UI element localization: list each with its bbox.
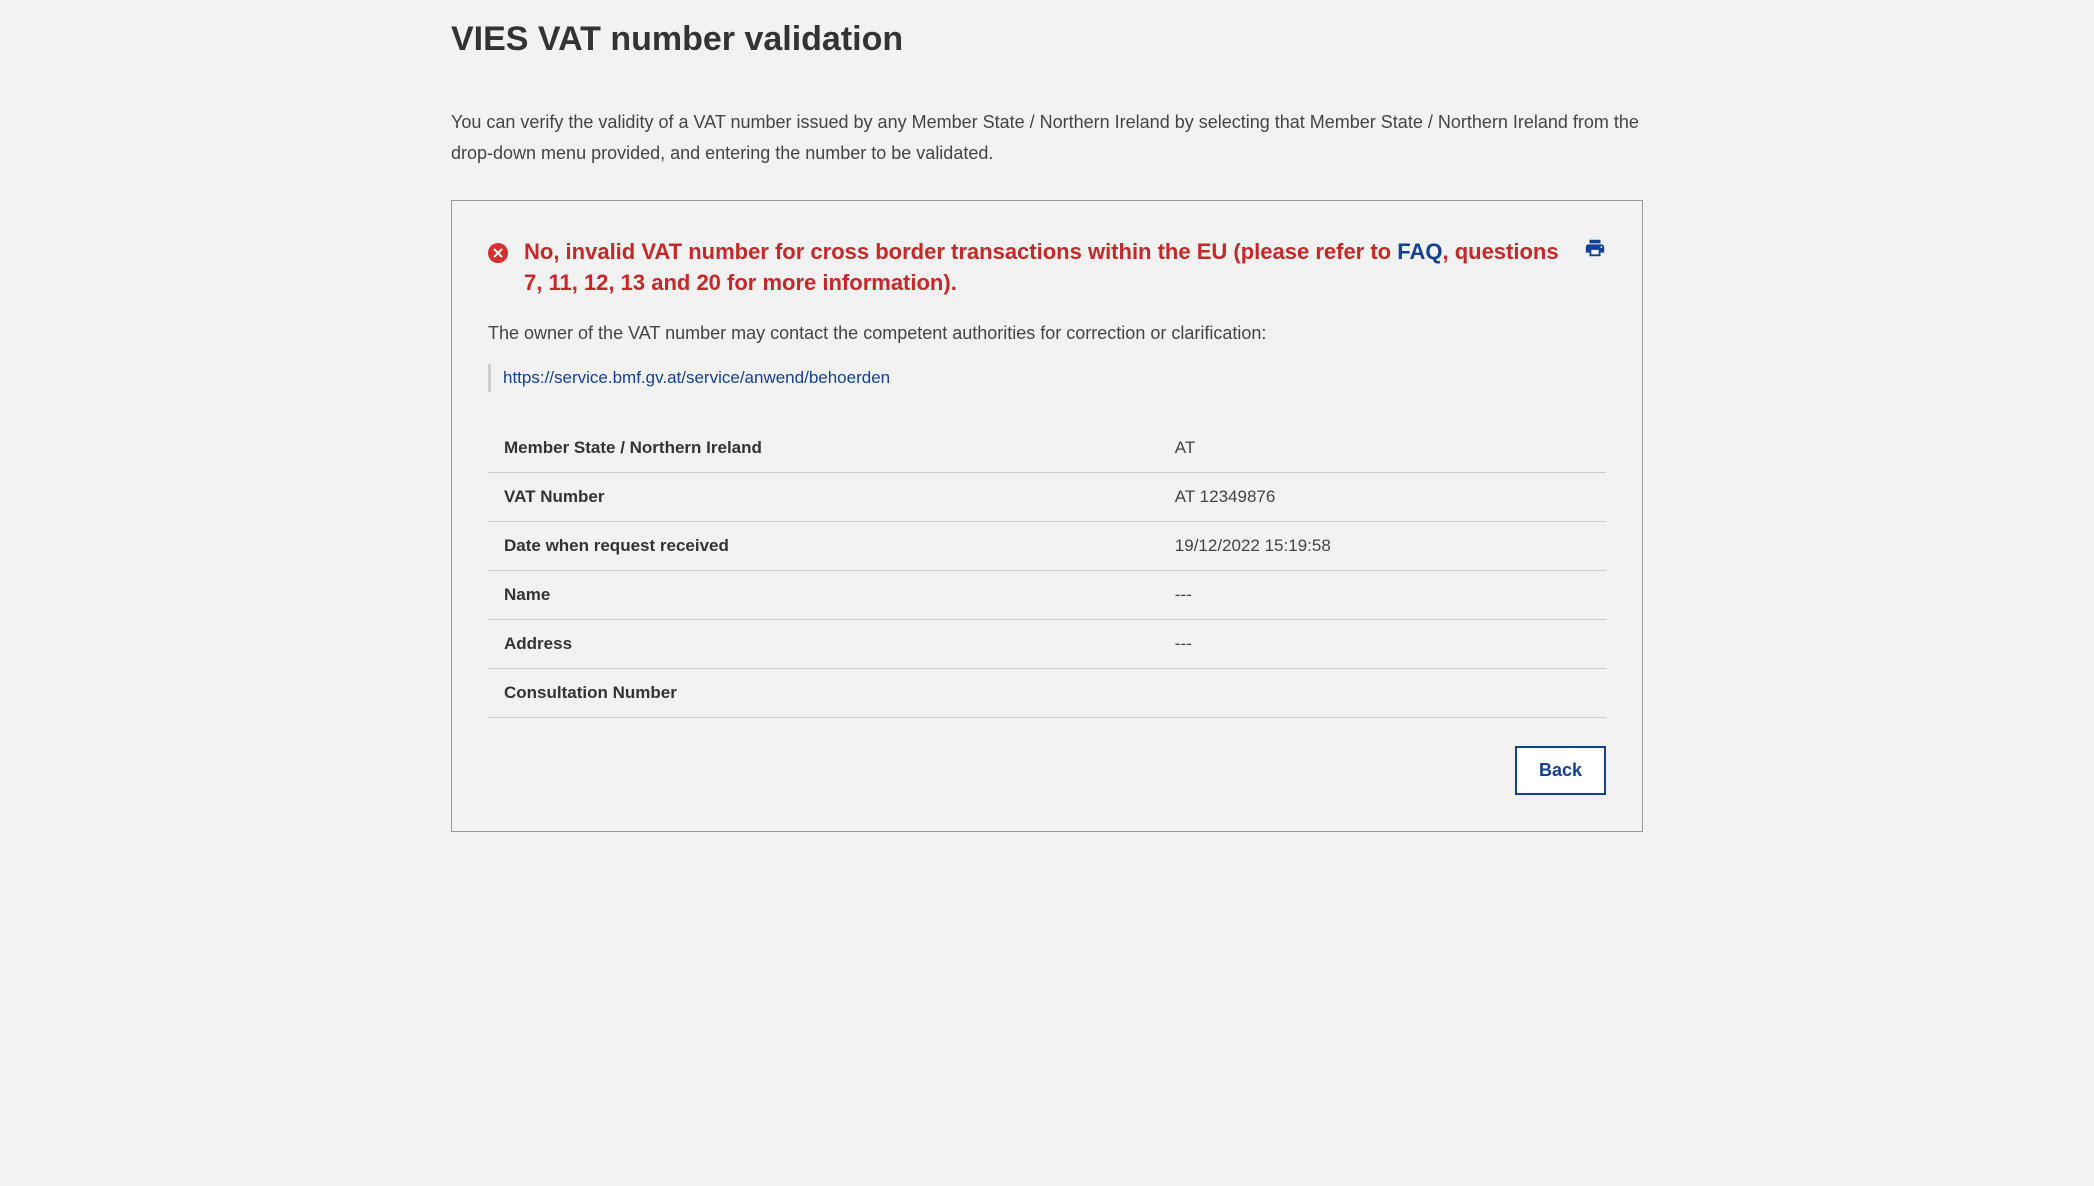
details-table: Member State / Northern IrelandATVAT Num… [488, 424, 1606, 718]
detail-label: Consultation Number [488, 668, 1159, 717]
detail-label: Member State / Northern Ireland [488, 424, 1159, 473]
print-icon[interactable] [1584, 237, 1606, 264]
table-row: Date when request received19/12/2022 15:… [488, 521, 1606, 570]
faq-link[interactable]: FAQ [1397, 239, 1442, 264]
error-icon [488, 243, 508, 263]
table-row: VAT NumberAT 12349876 [488, 472, 1606, 521]
detail-label: VAT Number [488, 472, 1159, 521]
detail-value [1159, 668, 1606, 717]
detail-value: AT 12349876 [1159, 472, 1606, 521]
table-row: Name--- [488, 570, 1606, 619]
error-alert: No, invalid VAT number for cross border … [488, 237, 1606, 299]
back-button[interactable]: Back [1515, 746, 1606, 795]
detail-label: Name [488, 570, 1159, 619]
detail-value: --- [1159, 619, 1606, 668]
detail-value: AT [1159, 424, 1606, 473]
detail-label: Date when request received [488, 521, 1159, 570]
detail-value: 19/12/2022 15:19:58 [1159, 521, 1606, 570]
table-row: Member State / Northern IrelandAT [488, 424, 1606, 473]
authority-link[interactable]: https://service.bmf.gv.at/service/anwend… [503, 368, 890, 387]
actions-row: Back [488, 746, 1606, 795]
error-message: No, invalid VAT number for cross border … [524, 237, 1584, 299]
owner-contact-text: The owner of the VAT number may contact … [488, 323, 1606, 344]
table-row: Address--- [488, 619, 1606, 668]
page-title: VIES VAT number validation [451, 20, 1643, 59]
result-panel: No, invalid VAT number for cross border … [451, 200, 1643, 832]
detail-label: Address [488, 619, 1159, 668]
detail-value: --- [1159, 570, 1606, 619]
authority-link-block: https://service.bmf.gv.at/service/anwend… [488, 364, 1606, 392]
error-prefix: No, invalid VAT number for cross border … [524, 239, 1397, 264]
table-row: Consultation Number [488, 668, 1606, 717]
intro-text: You can verify the validity of a VAT num… [451, 107, 1643, 168]
